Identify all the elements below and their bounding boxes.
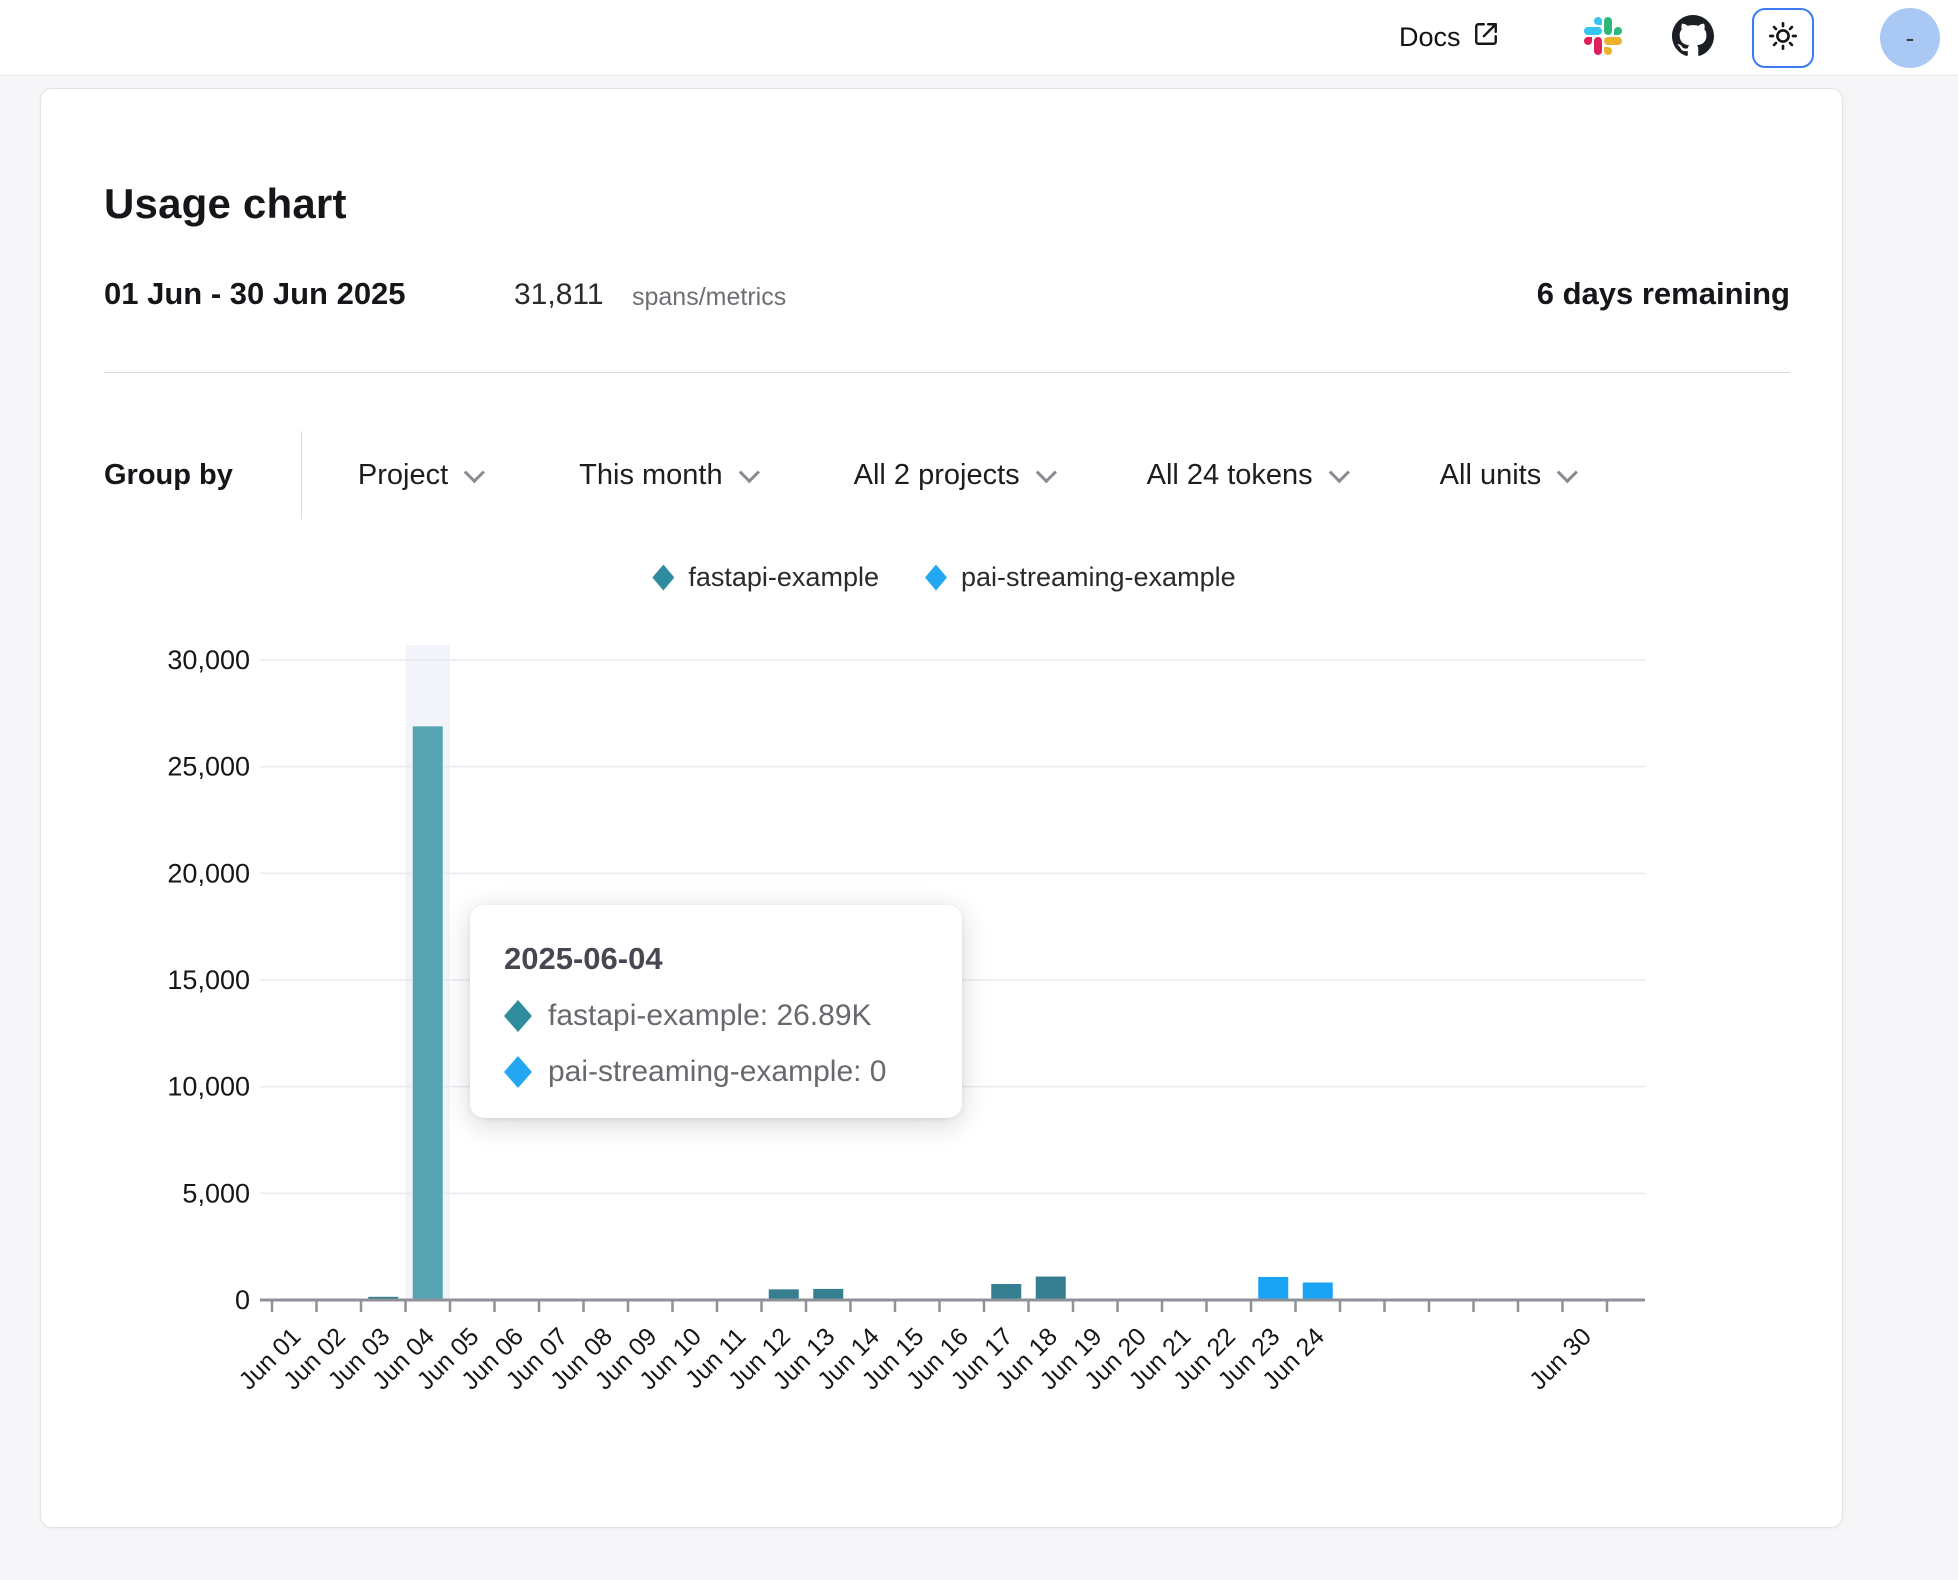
period-dropdown-value: This month	[579, 459, 722, 492]
usage-stats-row: 01 Jun - 30 Jun 2025 31,811 spans/metric…	[104, 276, 1790, 320]
svg-text:30,000: 30,000	[167, 645, 250, 675]
filter-divider	[301, 431, 302, 519]
group-by-dropdown-value: Project	[358, 459, 448, 492]
chevron-down-icon	[464, 462, 485, 483]
spans-unit-label: spans/metrics	[632, 283, 786, 312]
tooltip-row: fastapi-example: 26.89K	[504, 999, 928, 1033]
series-diamond-icon	[504, 1056, 532, 1088]
chevron-down-icon	[1328, 462, 1349, 483]
svg-text:10,000: 10,000	[167, 1072, 250, 1102]
chart-filter-row: Group by Project This month All 2 projec…	[104, 448, 1572, 502]
chart-legend: fastapi-example pai-streaming-example	[104, 562, 1784, 593]
svg-text:Jun 30: Jun 30	[1524, 1322, 1597, 1395]
svg-text:20,000: 20,000	[167, 858, 250, 888]
units-filter-value: All units	[1440, 459, 1542, 492]
tokens-filter-value: All 24 tokens	[1147, 459, 1313, 492]
svg-text:5,000: 5,000	[182, 1178, 250, 1208]
top-navigation-bar: Docs	[0, 0, 1958, 76]
projects-filter-value: All 2 projects	[854, 459, 1020, 492]
docs-link[interactable]: Docs	[1399, 21, 1499, 54]
svg-text:0: 0	[235, 1285, 250, 1315]
github-icon	[1672, 15, 1714, 62]
svg-text:25,000: 25,000	[167, 752, 250, 782]
external-link-icon	[1473, 21, 1499, 54]
avatar-text: -	[1906, 23, 1915, 54]
series-diamond-icon	[925, 565, 947, 591]
tooltip-row-text: fastapi-example: 26.89K	[548, 999, 872, 1033]
legend-item-pai-streaming-example[interactable]: pai-streaming-example	[925, 562, 1236, 593]
series-diamond-icon	[504, 1000, 532, 1032]
chart-tooltip: 2025-06-04 fastapi-example: 26.89K pai-s…	[470, 905, 962, 1118]
chevron-down-icon	[738, 462, 759, 483]
sun-icon	[1767, 20, 1799, 57]
github-button[interactable]	[1672, 17, 1714, 59]
days-remaining: 6 days remaining	[1537, 276, 1790, 312]
group-by-dropdown[interactable]: Project	[358, 459, 479, 492]
theme-toggle-button[interactable]	[1752, 8, 1814, 68]
slack-button[interactable]	[1582, 17, 1624, 59]
projects-filter-dropdown[interactable]: All 2 projects	[854, 459, 1051, 492]
docs-link-label: Docs	[1399, 22, 1461, 53]
spans-count: 31,811	[514, 278, 604, 312]
section-divider	[104, 372, 1790, 373]
user-avatar[interactable]: -	[1880, 8, 1940, 68]
units-filter-dropdown[interactable]: All units	[1440, 459, 1573, 492]
series-diamond-icon	[652, 565, 674, 591]
legend-label: pai-streaming-example	[961, 562, 1236, 593]
tooltip-row-text: pai-streaming-example: 0	[548, 1055, 886, 1089]
legend-label: fastapi-example	[688, 562, 879, 593]
billing-period: 01 Jun - 30 Jun 2025	[104, 276, 406, 312]
svg-text:15,000: 15,000	[167, 965, 250, 995]
legend-item-fastapi-example[interactable]: fastapi-example	[652, 562, 879, 593]
tooltip-date: 2025-06-04	[504, 941, 928, 977]
period-dropdown[interactable]: This month	[579, 459, 753, 492]
tokens-filter-dropdown[interactable]: All 24 tokens	[1147, 459, 1344, 492]
tooltip-row: pai-streaming-example: 0	[504, 1055, 928, 1089]
page-title: Usage chart	[104, 180, 347, 228]
slack-icon	[1584, 17, 1622, 60]
chevron-down-icon	[1035, 462, 1056, 483]
group-by-label: Group by	[104, 459, 233, 492]
